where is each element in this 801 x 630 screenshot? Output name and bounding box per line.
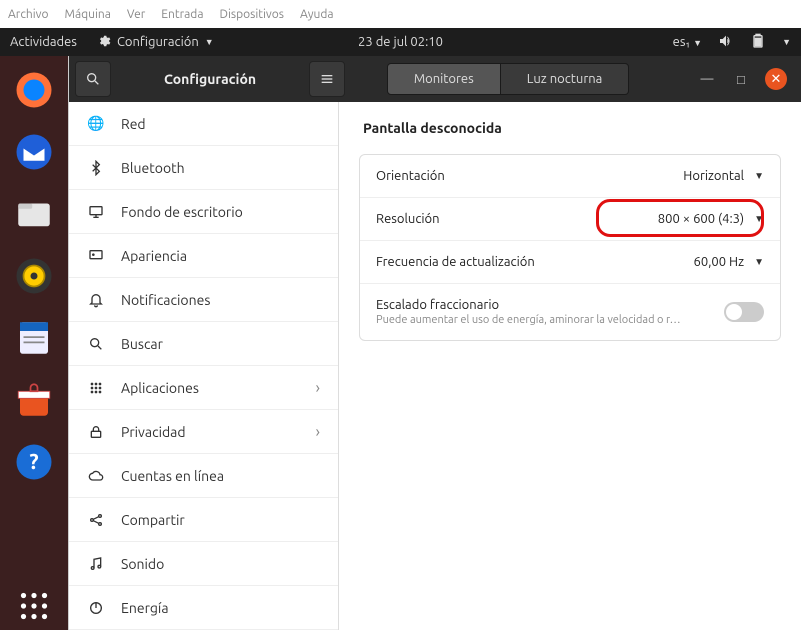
sidebar-item-label: Compartir xyxy=(121,512,185,528)
row-label: Frecuencia de actualización xyxy=(376,255,694,269)
svg-text:?: ? xyxy=(29,449,38,473)
chevron-down-icon: ▼ xyxy=(754,256,764,268)
row-label: Escalado fraccionario xyxy=(376,298,724,312)
sidebar-item-applications[interactable]: Aplicaciones › xyxy=(69,366,338,410)
dock-files[interactable] xyxy=(10,190,58,238)
cloud-icon xyxy=(87,468,105,484)
sidebar-item-label: Notificaciones xyxy=(121,292,210,308)
host-menu-item[interactable]: Máquina xyxy=(65,8,111,21)
close-button[interactable]: ✕ xyxy=(765,68,787,90)
fractional-scaling-row: Escalado fraccionario Puede aumentar el … xyxy=(360,284,780,340)
lock-icon xyxy=(87,424,105,440)
resolution-row[interactable]: Resolución 800 × 600 (4:3)▼ xyxy=(360,198,780,241)
dock-apps-grid[interactable] xyxy=(10,582,58,630)
sidebar-item-network[interactable]: 🌐 Red xyxy=(69,102,338,146)
host-menubar: Archivo Máquina Ver Entrada Dispositivos… xyxy=(0,0,801,28)
sidebar-item-notifications[interactable]: Notificaciones xyxy=(69,278,338,322)
host-menu-item[interactable]: Archivo xyxy=(8,8,49,21)
sidebar-item-label: Apariencia xyxy=(121,248,187,264)
host-menu-item[interactable]: Dispositivos xyxy=(220,8,284,21)
row-label: Orientación xyxy=(376,169,683,183)
appearance-icon xyxy=(87,248,105,264)
search-button[interactable] xyxy=(75,61,111,97)
sidebar-item-privacy[interactable]: Privacidad › xyxy=(69,410,338,454)
sidebar-item-background[interactable]: Fondo de escritorio xyxy=(69,190,338,234)
note-icon xyxy=(87,556,105,572)
sidebar-item-label: Red xyxy=(121,116,146,132)
sidebar-item-label: Privacidad xyxy=(121,424,186,440)
refresh-value: 60,00 Hz▼ xyxy=(694,255,764,269)
sidebar-item-label: Sonido xyxy=(121,556,164,572)
sidebar-item-sound[interactable]: Sonido xyxy=(69,542,338,586)
grid-icon xyxy=(87,380,105,396)
content-area: Pantalla desconocida Orientación Horizon… xyxy=(339,102,801,630)
orientation-row[interactable]: Orientación Horizontal▼ xyxy=(360,155,780,198)
search-icon xyxy=(87,336,105,352)
clock[interactable]: 23 de jul 02:10 xyxy=(358,35,443,49)
row-label: Resolución xyxy=(376,212,658,226)
chevron-down-icon: ▼ xyxy=(205,37,214,47)
host-menu-item[interactable]: Ver xyxy=(127,8,145,21)
headerbar: Configuración Monitores Luz nocturna — □… xyxy=(69,56,801,102)
chevron-right-icon: › xyxy=(316,423,321,441)
display-settings-group: Orientación Horizontal▼ Resolución 800 ×… xyxy=(359,154,781,341)
sidebar-item-online-accounts[interactable]: Cuentas en línea xyxy=(69,454,338,498)
sidebar-item-bluetooth[interactable]: Bluetooth xyxy=(69,146,338,190)
sidebar-item-appearance[interactable]: Apariencia xyxy=(69,234,338,278)
orientation-value: Horizontal▼ xyxy=(683,169,764,183)
dock: ? xyxy=(0,56,68,630)
window-title: Configuración xyxy=(115,71,305,87)
dock-firefox[interactable] xyxy=(10,66,58,114)
volume-icon[interactable] xyxy=(718,33,734,52)
chevron-down-icon: ▼ xyxy=(754,170,764,182)
chevron-down-icon: ▼ xyxy=(754,213,764,225)
desktop-icon xyxy=(87,204,105,220)
fractional-scaling-toggle[interactable] xyxy=(724,302,764,322)
gear-icon xyxy=(97,34,111,51)
minimize-button[interactable]: — xyxy=(697,69,717,89)
sidebar-item-label: Bluetooth xyxy=(121,160,185,176)
app-menu-label: Configuración xyxy=(117,35,199,49)
battery-icon[interactable] xyxy=(750,33,766,52)
section-title: Pantalla desconocida xyxy=(359,120,781,136)
chevron-right-icon: › xyxy=(316,379,321,397)
gnome-topbar: Actividades Configuración ▼ 23 de jul 02… xyxy=(0,28,801,56)
globe-icon: 🌐 xyxy=(87,115,105,132)
sidebar-item-label: Buscar xyxy=(121,336,163,352)
sidebar-item-label: Fondo de escritorio xyxy=(121,204,243,220)
dock-software[interactable] xyxy=(10,376,58,424)
dock-help[interactable]: ? xyxy=(10,438,58,486)
tab-monitors[interactable]: Monitores xyxy=(387,63,501,95)
view-switcher: Monitores Luz nocturna xyxy=(387,63,630,95)
sidebar-item-label: Cuentas en línea xyxy=(121,468,224,484)
dock-thunderbird[interactable] xyxy=(10,128,58,176)
keyboard-indicator[interactable]: es₁ ▼ xyxy=(673,35,702,49)
dock-writer[interactable] xyxy=(10,314,58,362)
tab-night-light[interactable]: Luz nocturna xyxy=(501,63,630,95)
resolution-value: 800 × 600 (4:3)▼ xyxy=(658,212,764,226)
refresh-row[interactable]: Frecuencia de actualización 60,00 Hz▼ xyxy=(360,241,780,284)
dock-rhythmbox[interactable] xyxy=(10,252,58,300)
power-icon xyxy=(87,600,105,616)
host-menu-item[interactable]: Entrada xyxy=(161,8,203,21)
share-icon xyxy=(87,512,105,528)
app-menu[interactable]: Configuración ▼ xyxy=(97,34,214,51)
row-sublabel: Puede aumentar el uso de energía, aminor… xyxy=(376,314,724,326)
maximize-button[interactable]: □ xyxy=(731,69,751,89)
system-menu-chevron[interactable]: ▼ xyxy=(782,37,791,47)
settings-window: Configuración Monitores Luz nocturna — □… xyxy=(68,56,801,630)
sidebar-item-search[interactable]: Buscar xyxy=(69,322,338,366)
sidebar-item-sharing[interactable]: Compartir xyxy=(69,498,338,542)
settings-sidebar: 🌐 Red Bluetooth Fondo de escritorio Apari… xyxy=(69,102,339,630)
sidebar-item-power[interactable]: Energía xyxy=(69,586,338,630)
host-menu-item[interactable]: Ayuda xyxy=(300,8,334,21)
activities-button[interactable]: Actividades xyxy=(10,35,77,49)
sidebar-item-label: Aplicaciones xyxy=(121,380,199,396)
hamburger-menu-button[interactable] xyxy=(309,61,345,97)
sidebar-item-label: Energía xyxy=(121,600,169,616)
bell-icon xyxy=(87,292,105,308)
bluetooth-icon xyxy=(87,160,105,176)
